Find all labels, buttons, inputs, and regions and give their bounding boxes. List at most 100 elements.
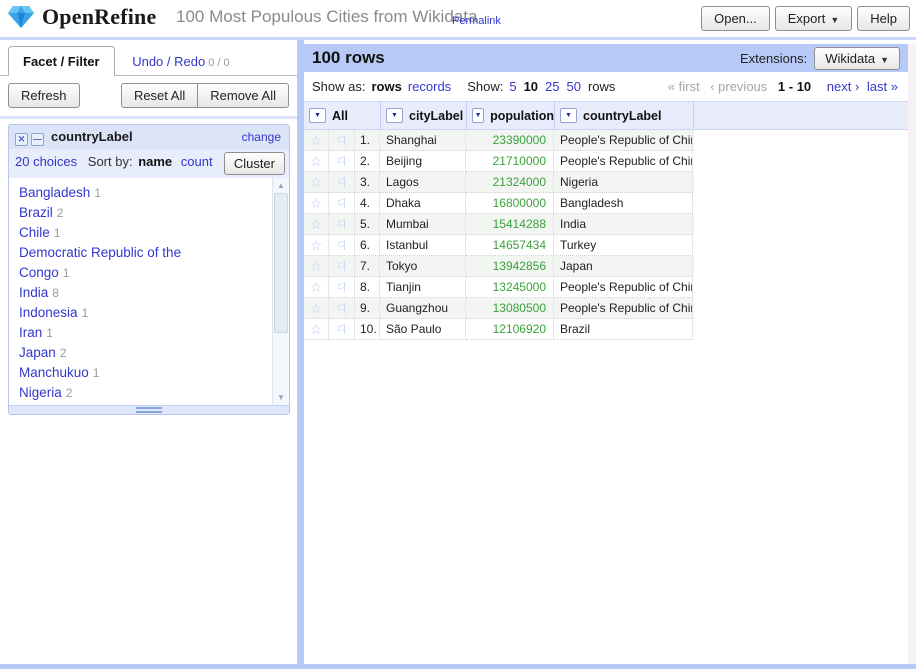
- facet-scrollbar[interactable]: ▲ ▼: [272, 178, 289, 405]
- sort-by-count[interactable]: count: [181, 154, 213, 169]
- star-cell[interactable]: ☆: [304, 256, 329, 277]
- flag-cell[interactable]: ⚐: [329, 214, 355, 235]
- facet-choice-label[interactable]: Japan: [19, 345, 56, 360]
- facet-scrollbar-thumb[interactable]: [274, 193, 288, 333]
- facet-change-link[interactable]: change: [242, 130, 281, 144]
- facet-resize-handle[interactable]: [9, 405, 289, 414]
- flag-cell[interactable]: ⚐: [329, 319, 355, 340]
- star-cell[interactable]: ☆: [304, 214, 329, 235]
- city-cell[interactable]: Tianjin: [380, 277, 466, 298]
- star-cell[interactable]: ☆: [304, 193, 329, 214]
- city-cell[interactable]: Dhaka: [380, 193, 466, 214]
- flag-cell[interactable]: ⚐: [329, 298, 355, 319]
- column-menu-button[interactable]: ▼: [472, 108, 484, 123]
- population-cell[interactable]: 14657434: [466, 235, 554, 256]
- star-cell[interactable]: ☆: [304, 151, 329, 172]
- flag-icon[interactable]: ⚐: [336, 134, 348, 147]
- flag-icon[interactable]: ⚐: [336, 302, 348, 315]
- flag-cell[interactable]: ⚐: [329, 193, 355, 214]
- facet-close-icon[interactable]: ✕: [15, 133, 28, 146]
- page-size-10[interactable]: 10: [524, 79, 538, 94]
- facet-choice-label[interactable]: India: [19, 285, 48, 300]
- panel-resize-divider[interactable]: [297, 40, 304, 664]
- flag-icon[interactable]: ⚐: [336, 197, 348, 210]
- population-cell[interactable]: 15414288: [466, 214, 554, 235]
- flag-cell[interactable]: ⚐: [329, 256, 355, 277]
- city-cell[interactable]: Istanbul: [380, 235, 466, 256]
- flag-icon[interactable]: ⚐: [336, 239, 348, 252]
- star-cell[interactable]: ☆: [304, 277, 329, 298]
- scroll-up-icon[interactable]: ▲: [273, 178, 289, 193]
- star-icon[interactable]: ☆: [310, 322, 323, 336]
- help-button[interactable]: Help: [857, 6, 910, 31]
- tab-undo-redo[interactable]: Undo / Redo0 / 0: [118, 47, 243, 75]
- facet-choice-label[interactable]: Manchukuo: [19, 365, 89, 380]
- show-as-records[interactable]: records: [408, 79, 451, 94]
- population-cell[interactable]: 16800000: [466, 193, 554, 214]
- flag-cell[interactable]: ⚐: [329, 130, 355, 151]
- facet-choice-label[interactable]: Iran: [19, 325, 42, 340]
- flag-cell[interactable]: ⚐: [329, 151, 355, 172]
- country-cell[interactable]: People's Republic of China: [554, 298, 693, 319]
- page-size-50[interactable]: 50: [567, 79, 581, 94]
- page-size-25[interactable]: 25: [545, 79, 559, 94]
- open-button[interactable]: Open...: [701, 6, 770, 31]
- facet-choice[interactable]: Chile1: [19, 223, 229, 243]
- country-cell[interactable]: People's Republic of China: [554, 151, 693, 172]
- country-cell[interactable]: India: [554, 214, 693, 235]
- population-cell[interactable]: 13080500: [466, 298, 554, 319]
- city-cell[interactable]: Shanghai: [380, 130, 466, 151]
- country-cell[interactable]: Nigeria: [554, 172, 693, 193]
- page-size-5[interactable]: 5: [509, 79, 516, 94]
- city-cell[interactable]: Lagos: [380, 172, 466, 193]
- cluster-button[interactable]: Cluster: [224, 152, 285, 175]
- permalink-link[interactable]: Permalink: [452, 15, 501, 27]
- city-cell[interactable]: Beijing: [380, 151, 466, 172]
- export-button[interactable]: Export▼: [775, 6, 853, 31]
- facet-choice[interactable]: Nigeria2: [19, 383, 229, 403]
- city-cell[interactable]: São Paulo: [380, 319, 466, 340]
- country-cell[interactable]: Japan: [554, 256, 693, 277]
- scroll-down-icon[interactable]: ▼: [273, 390, 289, 405]
- wikidata-extension-button[interactable]: Wikidata▼: [814, 47, 900, 70]
- column-menu-button[interactable]: ▼: [309, 108, 326, 123]
- facet-minimize-icon[interactable]: —: [31, 133, 44, 146]
- flag-cell[interactable]: ⚐: [329, 172, 355, 193]
- population-cell[interactable]: 21710000: [466, 151, 554, 172]
- facet-choice-label[interactable]: Nigeria: [19, 385, 62, 400]
- star-icon[interactable]: ☆: [310, 280, 323, 294]
- page-last[interactable]: last »: [867, 79, 898, 94]
- population-cell[interactable]: 12106920: [466, 319, 554, 340]
- star-icon[interactable]: ☆: [310, 217, 323, 231]
- population-cell[interactable]: 13942856: [466, 256, 554, 277]
- star-cell[interactable]: ☆: [304, 130, 329, 151]
- remove-all-button[interactable]: Remove All: [197, 83, 289, 108]
- star-cell[interactable]: ☆: [304, 319, 329, 340]
- flag-cell[interactable]: ⚐: [329, 277, 355, 298]
- flag-icon[interactable]: ⚐: [336, 260, 348, 273]
- flag-icon[interactable]: ⚐: [336, 176, 348, 189]
- show-as-rows[interactable]: rows: [371, 79, 401, 94]
- star-icon[interactable]: ☆: [310, 175, 323, 189]
- column-menu-button[interactable]: ▼: [386, 108, 403, 123]
- population-cell[interactable]: 13245000: [466, 277, 554, 298]
- flag-cell[interactable]: ⚐: [329, 235, 355, 256]
- country-cell[interactable]: People's Republic of China: [554, 130, 693, 151]
- reset-all-button[interactable]: Reset All: [121, 83, 198, 108]
- window-scrollbar-track[interactable]: [908, 44, 916, 664]
- refresh-button[interactable]: Refresh: [8, 83, 80, 108]
- facet-choice[interactable]: Bangladesh1: [19, 183, 229, 203]
- population-cell[interactable]: 23390000: [466, 130, 554, 151]
- facet-choice[interactable]: Indonesia1: [19, 303, 229, 323]
- facet-choice-label[interactable]: Chile: [19, 225, 50, 240]
- facet-choice[interactable]: India8: [19, 283, 229, 303]
- facet-choice[interactable]: Iran1: [19, 323, 229, 343]
- city-cell[interactable]: Tokyo: [380, 256, 466, 277]
- star-icon[interactable]: ☆: [310, 238, 323, 252]
- page-next[interactable]: next ›: [827, 79, 860, 94]
- city-cell[interactable]: Guangzhou: [380, 298, 466, 319]
- facet-choices-count-link[interactable]: 20 choices: [15, 154, 77, 169]
- facet-choice-label[interactable]: Democratic Republic of the Congo: [19, 245, 181, 280]
- city-cell[interactable]: Mumbai: [380, 214, 466, 235]
- flag-icon[interactable]: ⚐: [336, 323, 348, 336]
